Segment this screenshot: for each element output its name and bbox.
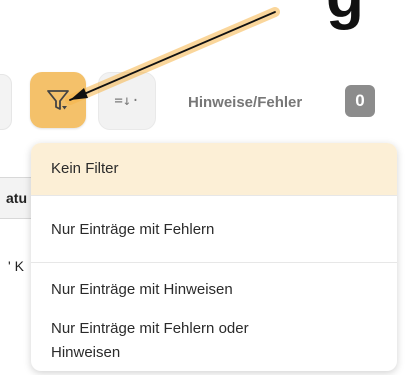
filter-option-errors-or-notices[interactable]: Nur Einträge mit Fehlern oder Hinweisen <box>31 311 397 371</box>
filter-option-errors[interactable]: Nur Einträge mit Fehlern <box>31 196 397 262</box>
filter-dropdown-menu: Kein Filter Nur Einträge mit Fehlern Nur… <box>31 143 397 371</box>
table-row-fragment: ' K <box>8 258 24 274</box>
notices-count-badge: 0 <box>345 85 375 117</box>
filter-option-label-line2: Hinweisen <box>51 344 121 361</box>
filter-button[interactable] <box>30 72 86 128</box>
screen: g =↓· Hinweise/Fehler 0 atu ' K Kein Fil… <box>0 0 406 375</box>
table-header-text: atu <box>6 190 27 206</box>
filter-option-none[interactable]: Kein Filter <box>31 143 397 195</box>
partial-toolbar-button[interactable] <box>0 74 12 130</box>
filter-option-label-line1: Nur Einträge mit Fehlern oder <box>51 320 249 337</box>
cropped-heading-text: g <box>326 0 364 28</box>
filter-option-label: Nur Einträge mit Fehlern <box>51 221 215 238</box>
sort-icon: =↓· <box>114 93 140 109</box>
sort-button[interactable]: =↓· <box>98 72 156 130</box>
filter-option-notices[interactable]: Nur Einträge mit Hinweisen <box>31 263 397 311</box>
filter-option-label: Kein Filter <box>51 160 119 177</box>
filter-option-label: Nur Einträge mit Hinweisen <box>51 281 233 298</box>
notices-errors-label: Hinweise/Fehler <box>188 94 303 111</box>
filter-icon <box>47 90 69 110</box>
